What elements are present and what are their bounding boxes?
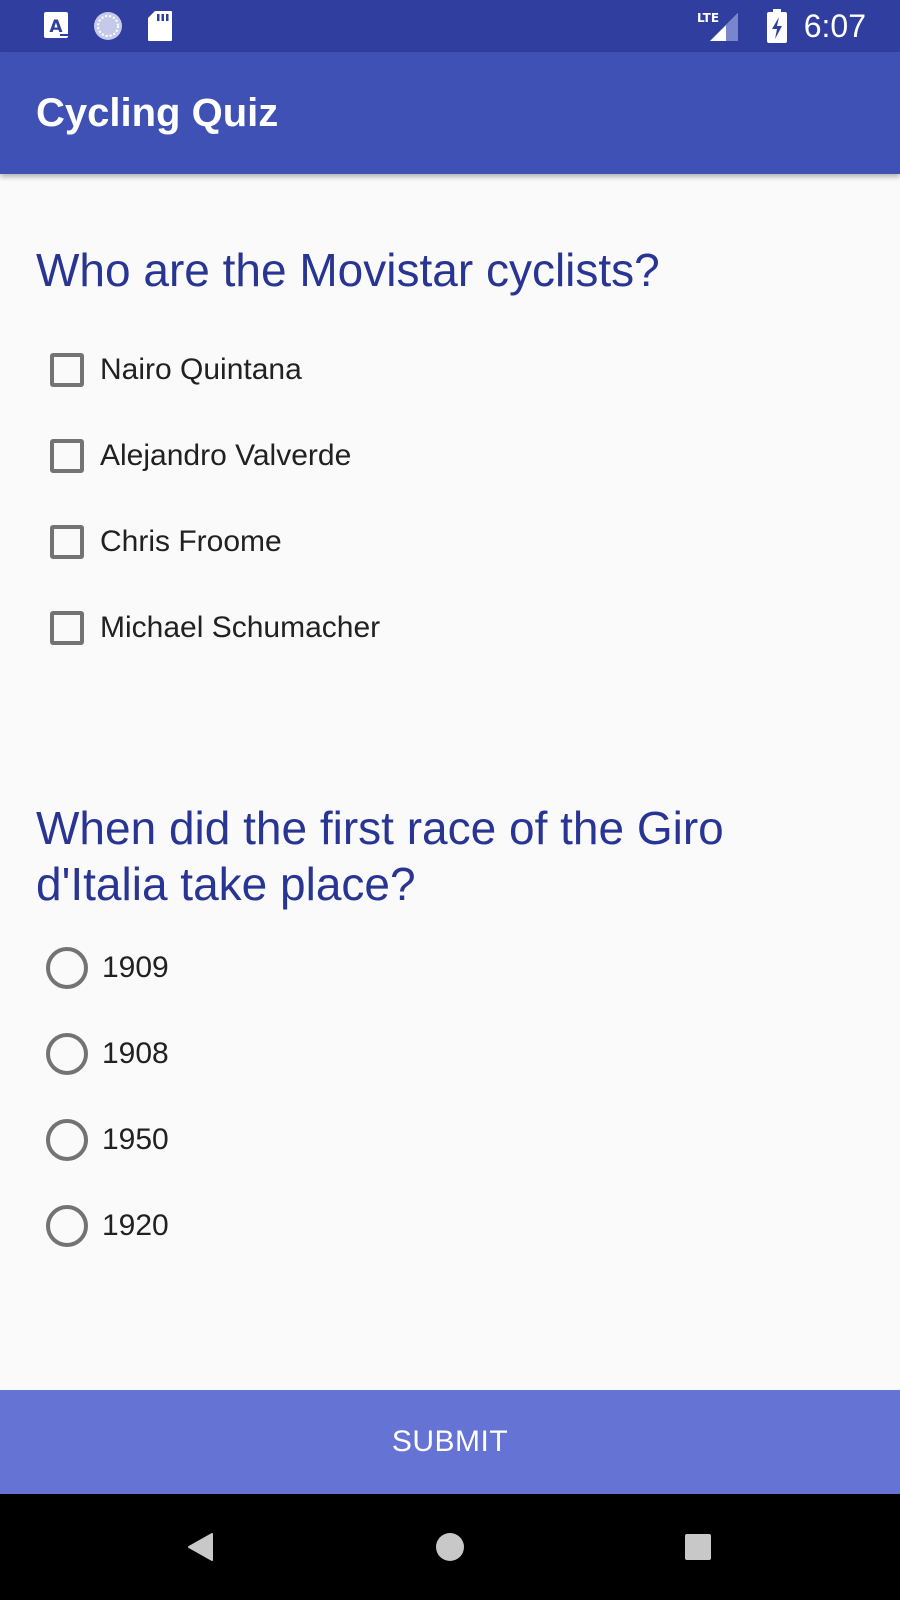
checkbox-icon[interactable]: [50, 611, 84, 645]
radio-icon[interactable]: [46, 1119, 88, 1161]
a-notification-icon: A: [40, 0, 74, 52]
checkbox-option[interactable]: Chris Froome: [46, 512, 282, 572]
radio-icon[interactable]: [46, 1205, 88, 1247]
option-label: Chris Froome: [100, 525, 282, 558]
radio-icon[interactable]: [46, 1033, 88, 1075]
home-icon[interactable]: [410, 1494, 490, 1600]
option-label: Alejandro Valverde: [100, 439, 352, 472]
recents-icon[interactable]: [658, 1494, 738, 1600]
status-bar: A LTE 6:07: [0, 0, 900, 52]
option-label: 1908: [102, 1037, 169, 1070]
option-label: 1950: [102, 1123, 169, 1156]
quiz-content: Who are the Movistar cyclists? Nairo Qui…: [0, 174, 900, 1390]
radio-icon[interactable]: [46, 947, 88, 989]
back-icon[interactable]: [160, 1494, 240, 1600]
option-label: Nairo Quintana: [100, 353, 302, 386]
submit-button[interactable]: SUBMIT: [0, 1390, 900, 1494]
checkbox-option[interactable]: Nairo Quintana: [46, 340, 302, 400]
radio-option[interactable]: 1920: [46, 1196, 169, 1256]
option-label: 1909: [102, 951, 169, 984]
option-label: 1920: [102, 1209, 169, 1242]
radio-option[interactable]: 1909: [46, 938, 169, 998]
navigation-bar: [0, 1494, 900, 1600]
radio-option[interactable]: 1908: [46, 1024, 169, 1084]
radio-option[interactable]: 1950: [46, 1110, 169, 1170]
lte-label: LTE: [697, 11, 719, 25]
option-label: Michael Schumacher: [100, 611, 381, 644]
app-bar: Cycling Quiz: [0, 52, 900, 174]
status-time: 6:07: [803, 7, 866, 44]
checkbox-icon[interactable]: [50, 525, 84, 559]
sync-icon: [90, 0, 126, 52]
question-1-text: Who are the Movistar cyclists?: [36, 244, 660, 296]
question-2-text: When did the first race of the Giro d'It…: [36, 802, 724, 910]
battery-charging-icon: [764, 0, 790, 52]
checkbox-icon[interactable]: [50, 439, 84, 473]
sd-card-icon: [144, 0, 176, 52]
checkbox-option[interactable]: Michael Schumacher: [46, 598, 380, 658]
checkbox-icon[interactable]: [50, 353, 84, 387]
checkbox-option[interactable]: Alejandro Valverde: [46, 426, 351, 486]
lte-signal-icon: LTE: [696, 0, 740, 52]
app-title: Cycling Quiz: [36, 90, 279, 135]
